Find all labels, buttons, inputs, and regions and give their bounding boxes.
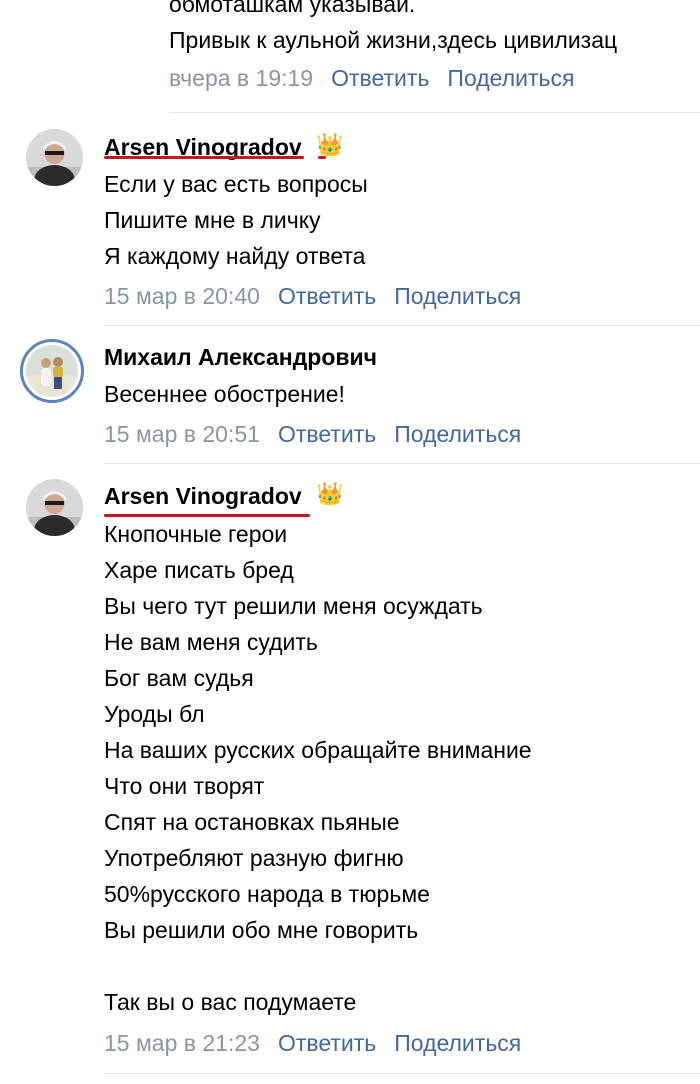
divider — [169, 112, 700, 113]
comment-line: Я каждому найду ответа — [104, 243, 366, 269]
comment-date[interactable]: 15 мар в 21:23 — [104, 1030, 260, 1056]
reply-button[interactable]: Ответить — [278, 421, 376, 447]
comment-line: На ваших русских обращайте внимание — [104, 737, 532, 763]
user-photo-icon — [26, 129, 83, 186]
share-button[interactable]: Поделиться — [447, 65, 574, 91]
top-comment: обмоташкам указывай. Привык к аульной жи… — [169, 0, 700, 100]
user-photo-icon — [26, 345, 78, 397]
comment-line: Уроды бл — [104, 701, 205, 727]
underline-annotation — [104, 156, 304, 159]
comment-line: Бог вам судья — [104, 665, 254, 691]
comment-line: Если у вас есть вопросы — [104, 171, 368, 197]
comment-date[interactable]: 15 мар в 20:51 — [104, 421, 260, 447]
share-button[interactable]: Поделиться — [394, 283, 521, 309]
share-button[interactable]: Поделиться — [394, 1030, 521, 1056]
comment-line: Пишите мне в личку — [104, 207, 321, 233]
comment-line: Употребляют разную фигню — [104, 845, 404, 871]
avatar[interactable] — [26, 479, 83, 536]
divider — [104, 325, 700, 326]
crown-icon: 👑 — [316, 481, 344, 506]
share-button[interactable]: Поделиться — [394, 421, 521, 447]
underline-annotation — [318, 156, 326, 159]
comment-date[interactable]: вчера в 19:19 — [169, 65, 313, 91]
comment-line: Весеннее обострение! — [104, 381, 345, 407]
divider — [104, 463, 700, 464]
avatar[interactable] — [26, 129, 83, 186]
user-photo-icon — [26, 479, 83, 536]
comment-body: Если у вас есть вопросы Пишите мне в лич… — [104, 166, 368, 274]
crown-icon: 👑 — [316, 132, 344, 157]
comment-meta: 15 мар в 21:23 Ответить Поделиться — [104, 1028, 521, 1058]
reply-button[interactable]: Ответить — [278, 283, 376, 309]
top-comment-line-2: Привык к аульной жизни,здесь цивилизац — [169, 27, 618, 53]
reply-button[interactable]: Ответить — [278, 1030, 376, 1056]
comment-line: 50%русского народа в тюрьме — [104, 881, 430, 907]
comment-meta: 15 мар в 20:51 Ответить Поделиться — [104, 419, 521, 449]
divider — [104, 1073, 700, 1074]
avatar[interactable] — [20, 339, 84, 403]
comment-line: Так вы о вас подумаете — [104, 989, 357, 1015]
comment-line: Кнопочные герои — [104, 521, 288, 547]
top-comment-line-1: обмоташкам указывай. — [169, 0, 416, 17]
comment-line: Не вам меня судить — [104, 629, 318, 655]
comment-date[interactable]: 15 мар в 20:40 — [104, 283, 260, 309]
comment-line: Вы чего тут решили меня осуждать — [104, 593, 483, 619]
author-name[interactable]: Arsen Vinogradov — [104, 481, 302, 511]
comment-line — [104, 948, 532, 984]
reply-button[interactable]: Ответить — [331, 65, 429, 91]
top-comment-meta: вчера в 19:19 Ответить Поделиться — [169, 63, 574, 93]
author-name[interactable]: Михаил Александрович — [104, 342, 377, 372]
comment-line: Вы решили обо мне говорить — [104, 917, 419, 943]
comment-line: Спят на остановках пьяные — [104, 809, 400, 835]
comment-line: Что они творят — [104, 773, 265, 799]
comment-body: Весеннее обострение! — [104, 376, 345, 412]
comment-body: Кнопочные герои Харе писать бред Вы чего… — [104, 516, 532, 1020]
comment-line: Харе писать бред — [104, 557, 294, 583]
comment-meta: 15 мар в 20:40 Ответить Поделиться — [104, 281, 521, 311]
